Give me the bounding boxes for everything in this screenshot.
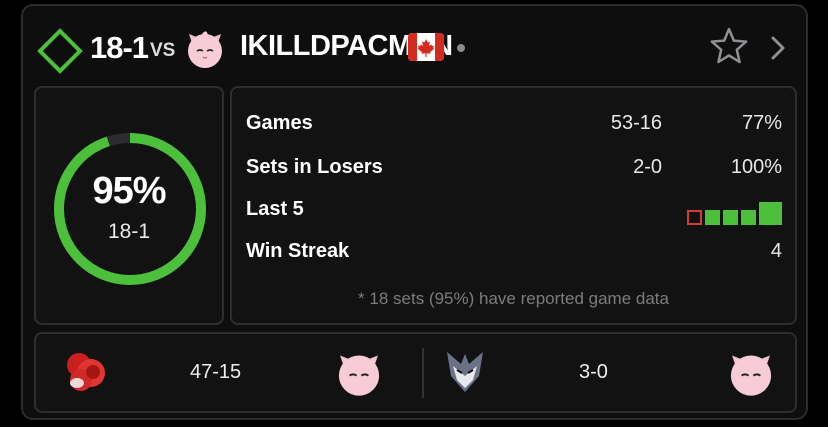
stat-row-losers: Sets in Losers 2-0 100% [246,156,782,186]
status-dot [457,44,465,52]
result-loss [687,210,702,225]
stats-panel: Games 53-16 77% Sets in Losers 2-0 100% … [230,86,797,325]
jigglypuff-icon [188,31,222,68]
stat-percent: 100% [730,156,782,178]
last5-results [687,201,782,225]
result-win [723,210,738,225]
record-label: 18-1 [90,30,149,65]
stat-row-streak: Win Streak 4 [246,240,782,270]
card-header: 18-1 VS IKILLDPACMAN [23,6,806,86]
head-to-head-card: 18-1 VS IKILLDPACMAN 95% 18-1 Games 53-1… [21,4,808,420]
diamond-icon [37,28,83,74]
stat-label: Last 5 [246,198,304,220]
matchups-panel: 47-15 3-0 [34,332,797,413]
chevron-right-icon[interactable] [767,34,789,62]
result-win [759,202,782,225]
streak-value: 4 [770,240,782,262]
stat-percent: 77% [741,112,782,134]
stat-label: Win Streak [246,240,350,262]
ice-climbers-icon [67,353,105,391]
stat-row-games: Games 53-16 77% [246,112,782,142]
jigglypuff-icon [338,355,380,396]
result-win [741,210,756,225]
stat-label: Games [246,112,313,134]
stat-label: Sets in Losers [246,156,383,178]
win-rate-panel: 95% 18-1 [34,86,224,325]
stat-row-last5: Last 5 [246,198,782,228]
matchup-score: 47-15 [190,361,242,383]
footnote: * 18 sets (95%) have reported game data [358,289,669,308]
win-record: 18-1 [107,220,151,243]
result-win [705,210,720,225]
stat-score: 2-0 [633,156,662,178]
jigglypuff-icon [730,355,772,396]
vs-label: VS [150,40,176,61]
matchup-divider [422,348,424,398]
matchup-score: 3-0 [579,361,608,383]
stat-score: 53-16 [610,112,662,134]
win-percent: 95% [92,170,166,212]
falco-icon [447,352,483,392]
star-icon[interactable] [709,26,749,66]
canada-flag-icon [408,33,444,61]
